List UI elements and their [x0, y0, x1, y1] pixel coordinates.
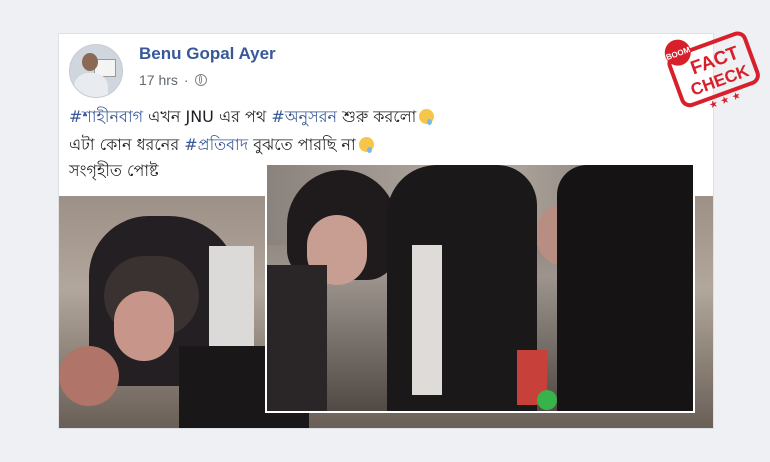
hashtag-protibad[interactable]: #প্রতিবাদ [184, 135, 248, 154]
boom-fact-check-stamp: BOOM FACT CHECK ★ ★ ★ [664, 31, 760, 110]
hashtag-shaheenbagh[interactable]: #শাহীনবাগ [69, 107, 143, 126]
author-name[interactable]: Benu Gopal Ayer [139, 44, 276, 64]
post-line-3: সংগৃহীত পোষ্ট [69, 161, 159, 180]
post-time[interactable]: 17 hrs [139, 72, 178, 88]
globe-icon [194, 74, 207, 86]
post-meta: 17 hrs · [139, 72, 207, 88]
post-line-1: #শাহীনবাগ এখন JNU এর পথ #অনুসরন শুরু করল… [69, 104, 435, 131]
sad-face-emoji [358, 137, 374, 153]
author-avatar[interactable] [69, 44, 123, 98]
sad-face-emoji [419, 109, 435, 125]
video-still-inset[interactable] [265, 163, 695, 413]
post-line-2: এটা কোন ধরনের #প্রতিবাদ বুঝতে পারছি না [69, 132, 374, 159]
hashtag-anusoran[interactable]: #অনুসরন [271, 107, 337, 126]
